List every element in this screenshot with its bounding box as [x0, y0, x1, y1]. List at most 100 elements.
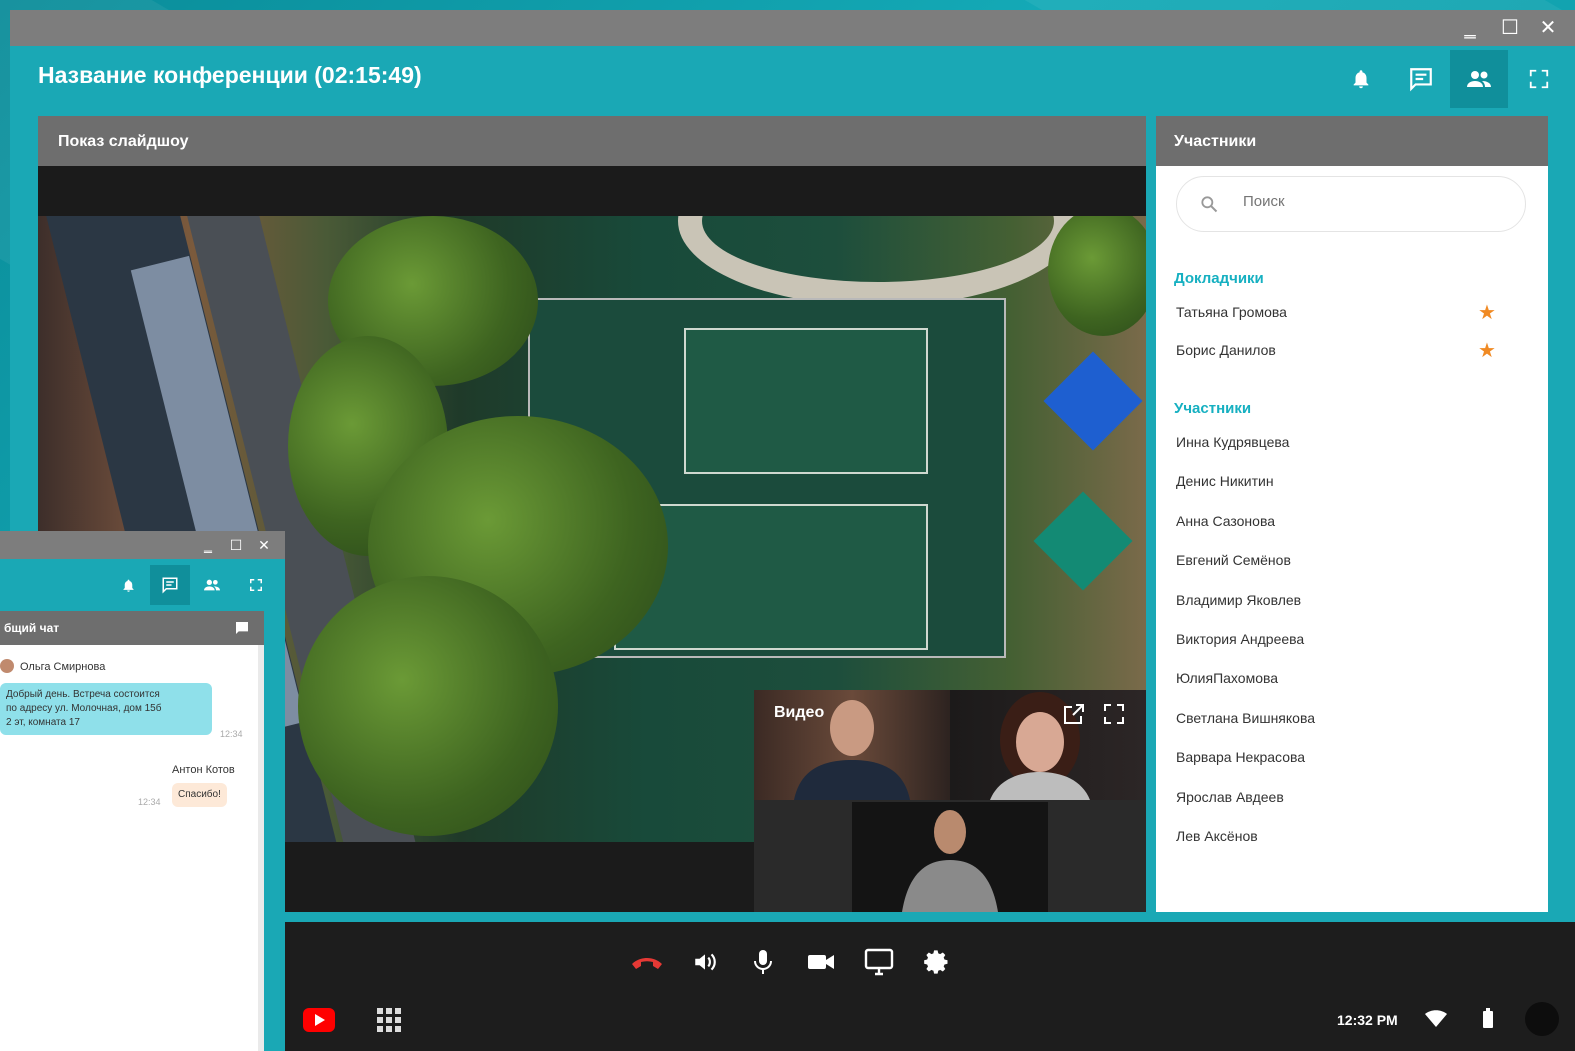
maximize-icon: ☐: [1501, 17, 1519, 39]
star-icon: ★: [1478, 302, 1496, 324]
search-icon: [1201, 196, 1218, 213]
chat-bubble: Спасибо!: [172, 783, 227, 807]
system-clock: 12:32 PM: [1337, 1012, 1398, 1028]
screen-share-button[interactable]: [857, 940, 901, 984]
chat-button[interactable]: [1392, 50, 1450, 108]
chat-scrollbar[interactable]: [258, 645, 264, 1051]
user-avatar[interactable]: [1525, 1002, 1559, 1036]
chat-title: бщий чат: [4, 621, 60, 635]
fullscreen-icon: [1529, 69, 1549, 89]
mini-notifications-button[interactable]: [108, 565, 148, 605]
camera-icon: [808, 955, 834, 969]
minimize-button[interactable]: ‗: [1450, 10, 1490, 46]
chat-icon: [236, 622, 248, 634]
control-bar: 12:32 PM: [285, 922, 1575, 1051]
settings-button[interactable]: [915, 940, 959, 984]
chat-icon: [162, 577, 178, 594]
message-author: Антон Котов: [172, 764, 235, 776]
participants-title: Участники: [1156, 116, 1548, 166]
mini-close-button[interactable]: ✕: [250, 531, 278, 559]
mini-chat-button[interactable]: [150, 565, 190, 605]
expand-icon: [1104, 704, 1124, 724]
wifi-icon: [1425, 1010, 1447, 1027]
mini-window-header: [0, 559, 285, 611]
bell-icon: [1353, 70, 1369, 89]
chat-panel: бщий чат Ольга Смирнова Добрый день. Встр…: [0, 611, 264, 1051]
minimize-icon: ‗: [1464, 17, 1476, 39]
chat-icon: [1410, 68, 1432, 92]
participant-item[interactable]: Евгений Семёнов: [1176, 552, 1291, 568]
participant-item[interactable]: Светлана Вишнякова: [1176, 710, 1315, 726]
popout-button[interactable]: [1062, 702, 1086, 731]
chat-header: бщий чат: [0, 611, 264, 645]
search-input[interactable]: [1243, 193, 1503, 210]
app-launcher-button[interactable]: [375, 1006, 403, 1034]
minimize-icon: ‗: [204, 537, 212, 553]
message-text-line: 2 эт, комната 17: [6, 717, 80, 728]
settings-icon: [924, 950, 948, 974]
chat-bubble: Добрый день. Встреча состоится по адресу …: [0, 683, 212, 735]
fullscreen-icon: [250, 579, 262, 591]
participant-item[interactable]: Инна Кудрявцева: [1176, 434, 1289, 450]
microphone-button[interactable]: [741, 940, 785, 984]
avatar: [0, 659, 14, 673]
hangup-button[interactable]: [625, 940, 669, 984]
maximize-icon: ☐: [229, 537, 243, 553]
message-text-line: Спасибо!: [178, 789, 221, 800]
screen-share-icon: [864, 948, 894, 976]
participants-panel: Участники Докладчики Татьяна Громова ★ Бор…: [1156, 116, 1548, 912]
message-time: 12:34: [220, 729, 243, 739]
message-text-line: по адресу ул. Молочная, дом 15б: [6, 703, 162, 714]
battery-icon: [1483, 1008, 1493, 1028]
video-label: Видео: [774, 704, 825, 721]
external-link-icon: [1064, 704, 1084, 724]
participant-item[interactable]: Денис Никитин: [1176, 473, 1274, 489]
participant-item[interactable]: Варвара Некрасова: [1176, 749, 1305, 765]
close-button[interactable]: ✕: [1528, 10, 1568, 46]
participant-item[interactable]: Ярослав Авдеев: [1176, 789, 1284, 805]
speaker-icon: [695, 953, 716, 971]
wifi-status[interactable]: [1425, 1010, 1447, 1033]
notifications-button[interactable]: [1332, 50, 1390, 108]
mini-window-title-bar: ‗ ☐ ✕: [0, 531, 285, 559]
speakers-section-title: Докладчики: [1174, 270, 1264, 287]
camera-button[interactable]: [799, 940, 843, 984]
maximize-button[interactable]: ☐: [1490, 10, 1530, 46]
window-title-bar: ‗ ☐ ✕: [10, 10, 1575, 46]
fullscreen-button[interactable]: [1510, 50, 1568, 108]
person-silhouette-icon: [902, 810, 998, 912]
search-box[interactable]: [1176, 176, 1526, 232]
hangup-icon: [632, 958, 662, 969]
close-icon: ✕: [258, 537, 270, 553]
participants-button[interactable]: [1450, 50, 1508, 108]
participant-item[interactable]: ЮлияПахомова: [1176, 670, 1278, 686]
speaker-button[interactable]: [683, 940, 727, 984]
mini-conference-window: ‗ ☐ ✕ бщий чат Ольга Смирнова Добрый ден…: [0, 531, 285, 1051]
close-icon: ✕: [1539, 17, 1557, 39]
youtube-app-icon[interactable]: [303, 1008, 335, 1032]
microphone-icon: [754, 950, 772, 974]
video-tile-3[interactable]: [852, 802, 1048, 912]
battery-status[interactable]: [1483, 1008, 1493, 1033]
video-grid: Видео: [754, 690, 1146, 912]
star-icon: ★: [1478, 340, 1496, 362]
bell-icon: [123, 579, 133, 592]
mini-fullscreen-button[interactable]: [236, 565, 276, 605]
members-section-title: Участники: [1174, 400, 1252, 417]
speaker-item[interactable]: Борис Данилов: [1176, 342, 1276, 358]
participant-item[interactable]: Виктория Андреева: [1176, 631, 1304, 647]
message-text-line: Добрый день. Встреча состоится: [6, 689, 160, 700]
participant-item[interactable]: Лев Аксёнов: [1176, 828, 1258, 844]
participant-item[interactable]: Анна Сазонова: [1176, 513, 1275, 529]
mini-participants-button[interactable]: [192, 565, 232, 605]
people-icon: [204, 579, 220, 591]
people-icon: [1467, 71, 1491, 87]
video-fullscreen-button[interactable]: [1102, 702, 1126, 731]
message-time: 12:34: [138, 797, 161, 807]
slideshow-title: Показ слайдшоу: [38, 116, 1146, 166]
mini-maximize-button[interactable]: ☐: [222, 531, 250, 559]
speaker-item[interactable]: Татьяна Громова: [1176, 304, 1287, 320]
mini-minimize-button[interactable]: ‗: [194, 531, 222, 559]
participant-item[interactable]: Владимир Яковлев: [1176, 592, 1301, 608]
conference-header: Название конференции (02:15:49): [10, 46, 1575, 116]
